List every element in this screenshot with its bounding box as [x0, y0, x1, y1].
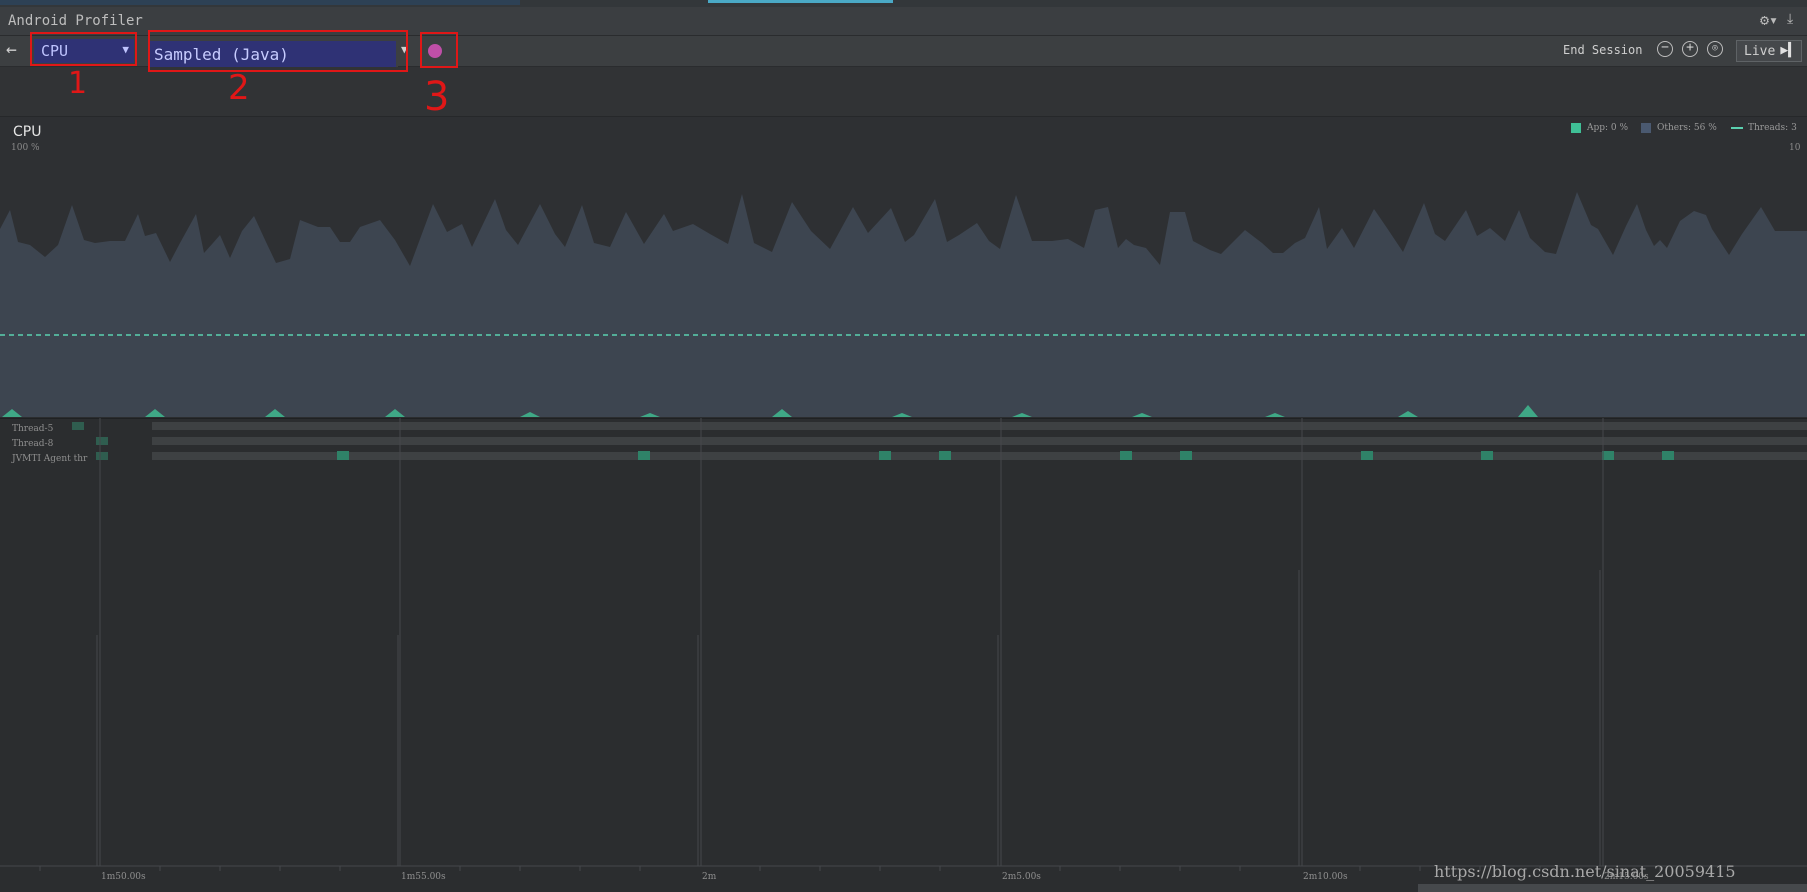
time-axis-label: 2m	[702, 872, 717, 882]
thread-state-bar	[152, 437, 1807, 445]
cpu-usage-graph	[0, 192, 1807, 417]
annotation-box-2	[148, 30, 408, 72]
horizontal-scrollbar	[1418, 884, 1807, 892]
threads-panel[interactable]: Thread-5 Thread-8 JVMTI Agent thr	[0, 418, 1807, 468]
others-cpu-area	[0, 192, 1807, 417]
annotation-number-3: 3	[424, 74, 450, 120]
active-tab-indicator	[708, 0, 893, 3]
thread-label[interactable]: JVMTI Agent thr	[12, 454, 87, 464]
thread-state-bar	[152, 452, 1807, 460]
hide-panel-icon[interactable]: ⤓	[1787, 11, 1793, 27]
thread-running-block	[939, 451, 951, 460]
thread-running-block	[337, 451, 349, 460]
thread-running-block	[96, 452, 108, 460]
time-axis-label: 1m55.00s	[401, 872, 446, 882]
thread-running-block	[638, 451, 650, 460]
zoom-in-icon[interactable]: +	[1682, 41, 1698, 57]
zoom-out-icon[interactable]: −	[1657, 41, 1673, 57]
time-axis-label: 1m50.00s	[101, 872, 146, 882]
cpu-monitor[interactable]: CPU 100 % 50 10 5 App: 0 % Others: 56 % …	[0, 117, 1807, 417]
watermark-text: https://blog.csdn.net/sinat_20059415	[1434, 862, 1736, 881]
play-to-end-icon: ▶▍	[1780, 43, 1796, 58]
back-arrow-icon[interactable]: ←	[6, 39, 17, 60]
threads-divider	[0, 418, 1807, 419]
thread-running-block	[1481, 451, 1493, 460]
thread-running-block	[1662, 451, 1674, 460]
annotation-box-3	[420, 32, 458, 68]
reset-zoom-icon[interactable]: ◎	[1707, 41, 1723, 57]
live-button[interactable]: Live ▶▍	[1736, 40, 1802, 62]
annotation-number-2: 2	[228, 68, 250, 108]
top-tab-strip	[0, 0, 1807, 7]
thread-running-block	[1180, 451, 1192, 460]
thread-state-bar	[152, 422, 1807, 430]
end-session-button[interactable]: End Session	[1563, 43, 1642, 57]
thread-running-block	[1120, 451, 1132, 460]
annotation-number-1: 1	[68, 66, 88, 101]
live-label: Live	[1744, 44, 1776, 59]
event-timeline-area	[0, 67, 1807, 117]
time-axis-label: 2m5.00s	[1002, 872, 1041, 882]
annotation-box-1	[30, 32, 137, 66]
settings-gear-icon[interactable]: ⚙▾	[1760, 11, 1778, 29]
thread-running-block	[1361, 451, 1373, 460]
thread-running-block	[96, 437, 108, 445]
thread-label[interactable]: Thread-8	[12, 439, 53, 449]
thread-running-block	[1602, 451, 1614, 460]
thread-running-block	[72, 422, 84, 430]
tab-indicator	[0, 0, 520, 5]
thread-running-block	[879, 451, 891, 460]
time-axis-label: 2m10.00s	[1303, 872, 1348, 882]
window-title: Android Profiler	[8, 13, 143, 29]
android-profiler-window: Android Profiler ⚙▾ ⤓ ← CPU ▼ Sampled (J…	[0, 0, 1807, 892]
thread-label[interactable]: Thread-5	[12, 424, 53, 434]
